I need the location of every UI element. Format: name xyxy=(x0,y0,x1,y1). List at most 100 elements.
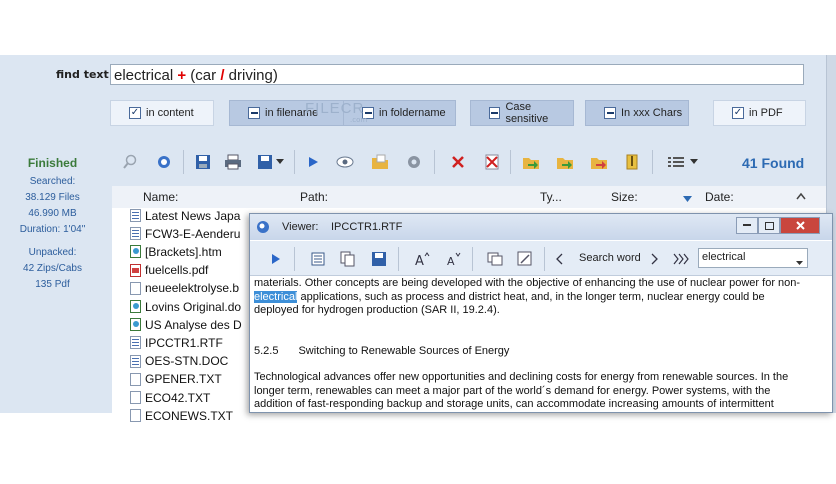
play-icon[interactable] xyxy=(303,152,323,172)
checkbox-checked-icon[interactable]: ✓ xyxy=(732,107,744,119)
status-size: 46.990 MB xyxy=(28,208,77,219)
toolbar-separator xyxy=(472,247,473,271)
viewer-copy-icon[interactable] xyxy=(338,249,358,269)
delete-file-icon[interactable] xyxy=(482,152,502,172)
column-name[interactable]: Name: xyxy=(143,186,178,208)
save-icon[interactable] xyxy=(193,152,213,172)
pdf-file-icon xyxy=(130,263,141,277)
window-icon[interactable] xyxy=(485,249,505,269)
file-name: ECONEWS.TXT xyxy=(145,408,234,423)
file-row[interactable]: IPCCTR1.RTF xyxy=(130,334,223,351)
viewer-play-icon[interactable] xyxy=(266,249,286,269)
viewer-window: Viewer: IPCCTR1.RTF A A Search word elec… xyxy=(249,213,833,413)
last-match-icon[interactable] xyxy=(671,249,691,269)
column-size[interactable]: Size: xyxy=(611,186,638,208)
htm-file-icon xyxy=(130,245,141,259)
file-row[interactable]: OES-STN.DOC xyxy=(130,353,228,370)
file-row[interactable]: Lovins Original.do xyxy=(130,298,241,315)
toolbar-separator xyxy=(652,150,653,174)
rtf-file-icon xyxy=(130,209,141,222)
view-mode-dropdown-icon[interactable] xyxy=(688,152,700,172)
rtf-file-icon xyxy=(130,354,141,368)
column-date[interactable]: Date: xyxy=(705,186,734,208)
view-icon[interactable] xyxy=(335,152,355,172)
status-pdf: 135 Pdf xyxy=(35,279,70,290)
file-row[interactable]: FCW3-E-Aenderu xyxy=(130,225,240,242)
file-row[interactable]: US Analyse des D xyxy=(130,316,242,333)
doc-file-icon xyxy=(130,281,141,295)
settings-icon[interactable] xyxy=(404,152,424,172)
doc-file-icon xyxy=(130,372,141,386)
scroll-up-icon[interactable] xyxy=(796,190,806,203)
file-row[interactable]: fuelcells.pdf xyxy=(130,262,208,279)
column-type[interactable]: Ty... xyxy=(540,186,562,208)
file-name: IPCCTR1.RTF xyxy=(145,335,223,350)
file-row[interactable]: GPENER.TXT xyxy=(130,371,222,388)
dropdown-icon[interactable] xyxy=(274,152,286,172)
option-in-content[interactable]: ✓ in content xyxy=(110,100,214,126)
chevron-down-icon[interactable] xyxy=(796,256,803,269)
column-path[interactable]: Path: xyxy=(300,186,328,208)
file-row[interactable]: Latest News Japa xyxy=(130,207,240,224)
htm-file-icon xyxy=(130,318,141,332)
text-span: applications, such as process and distri… xyxy=(297,290,765,303)
option-in-pdf[interactable]: ✓ in PDF xyxy=(713,100,806,126)
toolbar-separator xyxy=(398,247,399,271)
close-button[interactable] xyxy=(780,217,820,234)
open-folder-icon[interactable] xyxy=(370,152,390,172)
checkbox-unchecked-icon[interactable] xyxy=(489,107,501,119)
rename-icon[interactable] xyxy=(589,152,609,172)
viewer-save-icon[interactable] xyxy=(369,249,389,269)
delete-icon[interactable] xyxy=(448,152,468,172)
maximize-button[interactable] xyxy=(758,217,780,234)
htm-file-icon xyxy=(130,300,141,313)
toolbar-separator xyxy=(434,150,435,174)
text-line: longer term, renewables can meet a major… xyxy=(254,384,771,397)
file-name: neueelektrolyse.b xyxy=(145,281,240,296)
archive-icon[interactable] xyxy=(622,152,642,172)
edit-icon[interactable] xyxy=(515,249,535,269)
section-heading: 5.2.5 Switching to Renewable Sources of E… xyxy=(254,345,824,359)
file-row[interactable]: [Brackets].htm xyxy=(130,243,222,260)
option-label: in foldername xyxy=(379,107,446,119)
text-line: Technological advances offer new opportu… xyxy=(254,371,789,383)
move-to-icon[interactable] xyxy=(555,152,575,172)
copy-to-icon[interactable] xyxy=(521,152,541,172)
term-2: car xyxy=(195,67,217,84)
viewer-title-label: Viewer: xyxy=(282,221,319,233)
heading-text: Switching to Renewable Sources of Energy xyxy=(298,344,510,357)
option-in-xxx-chars[interactable]: In xxx Chars xyxy=(585,100,689,126)
option-case-sensitive[interactable]: Case sensitive xyxy=(470,100,574,126)
find-icon[interactable] xyxy=(154,152,174,172)
file-name: OES-STN.DOC xyxy=(145,354,229,369)
view-mode-icon[interactable] xyxy=(666,152,686,172)
watermark-sub: .com xyxy=(350,116,368,124)
status-searched-label: Searched: xyxy=(29,176,76,187)
option-label: Case sensitive xyxy=(505,101,549,125)
checkbox-unchecked-icon[interactable] xyxy=(248,107,260,119)
font-smaller-icon[interactable]: A xyxy=(444,249,464,269)
prev-match-icon[interactable] xyxy=(549,249,569,269)
next-match-icon[interactable] xyxy=(645,249,665,269)
export-icon[interactable] xyxy=(255,152,275,172)
checkbox-unchecked-icon[interactable] xyxy=(604,107,616,119)
viewer-list-icon[interactable] xyxy=(308,249,328,269)
status-files: 38.129 Files xyxy=(25,192,80,203)
file-name: fuelcells.pdf xyxy=(145,263,209,278)
file-row[interactable]: ECO42.TXT xyxy=(130,389,210,406)
paren-close: ) xyxy=(272,67,278,84)
search-input[interactable]: electrical + (car / driving) xyxy=(110,64,804,85)
file-row[interactable]: ECONEWS.TXT xyxy=(130,407,233,424)
font-larger-icon[interactable]: A xyxy=(412,249,432,269)
minimize-button[interactable] xyxy=(736,217,758,234)
toolbar-separator xyxy=(544,247,545,271)
print-icon[interactable] xyxy=(223,152,243,172)
status-zips: 42 Zips/Cabs xyxy=(23,263,82,274)
text-line: deployed for hydrogen production (SAR II… xyxy=(254,304,500,316)
search-icon[interactable] xyxy=(120,152,140,172)
status-duration: Duration: 1'04" xyxy=(19,224,86,235)
file-row[interactable]: neueelektrolyse.b xyxy=(130,280,239,297)
checkbox-checked-icon[interactable]: ✓ xyxy=(129,107,141,119)
search-word-value: electrical xyxy=(702,251,746,263)
